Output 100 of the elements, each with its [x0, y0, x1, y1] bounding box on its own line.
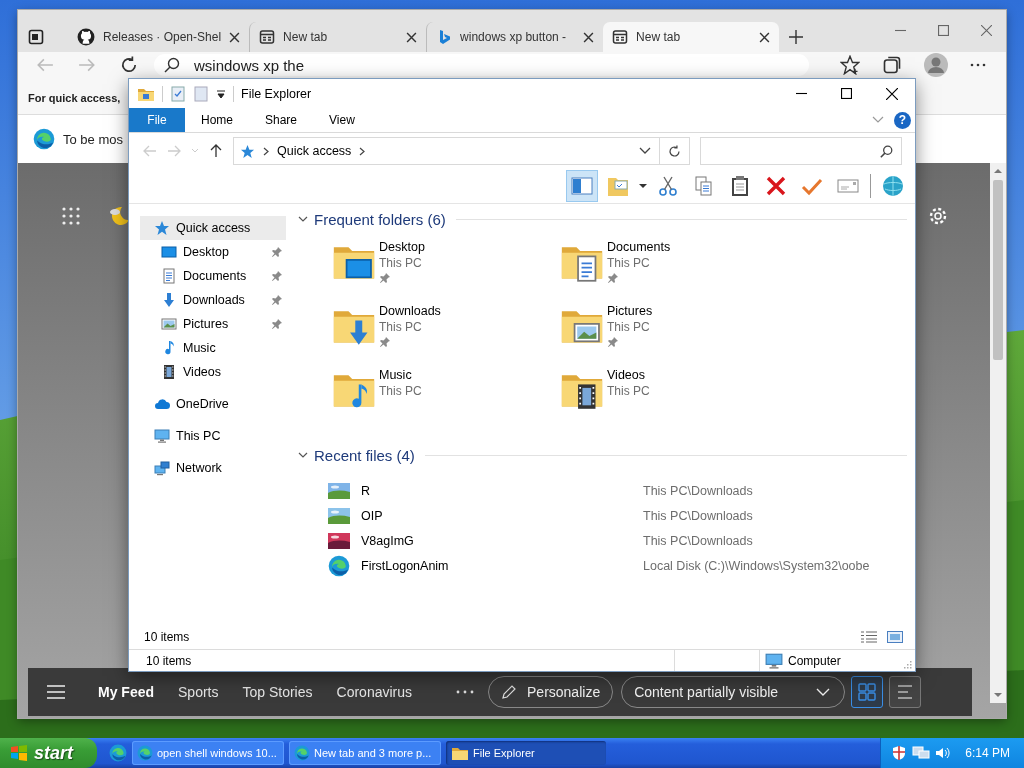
- ribbon-tab[interactable]: View: [313, 108, 371, 132]
- more-icon[interactable]: [456, 689, 474, 695]
- file-name: V8agImG: [361, 533, 415, 548]
- weather-icon: [108, 205, 130, 227]
- recent-file-row[interactable]: V8agImG This PC\Downloads: [328, 528, 907, 553]
- chevron-down-icon[interactable]: [298, 450, 308, 460]
- grid-view-button[interactable]: [851, 676, 884, 708]
- folder-name: Documents: [607, 240, 671, 254]
- folder-location: This PC: [607, 256, 651, 270]
- folder-tile[interactable]: Videos This PC: [560, 368, 788, 432]
- feed-tab[interactable]: Sports: [166, 684, 231, 700]
- network-icon[interactable]: [912, 745, 930, 761]
- close-icon[interactable]: [583, 31, 595, 43]
- search-field[interactable]: [700, 137, 902, 165]
- address-bar[interactable]: Quick access: [233, 137, 690, 165]
- browser-tab[interactable]: Releases · Open-Shel: [68, 22, 250, 52]
- file-path: Local Disk (C:)\Windows\System32\oobe: [643, 558, 870, 573]
- close-icon[interactable]: [229, 31, 241, 43]
- nav-item[interactable]: Desktop: [140, 240, 286, 264]
- network-icon: [154, 460, 170, 476]
- ribbon-tab[interactable]: File: [129, 108, 185, 132]
- nav-item[interactable]: Network: [140, 456, 286, 480]
- down-arrow-icon: [161, 292, 177, 308]
- thumbnail-view-icon[interactable]: [887, 631, 903, 643]
- pencil-icon: [501, 684, 517, 700]
- close-icon[interactable]: [406, 31, 418, 43]
- status-count: 10 items: [146, 653, 192, 668]
- browser-tab[interactable]: New tab: [603, 22, 780, 52]
- scrollbar[interactable]: [990, 163, 1006, 703]
- scissors-icon: [656, 174, 680, 198]
- menu-icon[interactable]: [46, 684, 66, 700]
- favorite-star-icon[interactable]: [840, 55, 860, 75]
- settings-icon[interactable]: [928, 206, 948, 226]
- recent-file-row[interactable]: R This PC\Downloads: [328, 478, 907, 503]
- tab-actions-icon[interactable]: [28, 29, 44, 45]
- address-bar[interactable]: wsindows xp the: [154, 54, 809, 76]
- page-icon: [612, 29, 629, 45]
- edge-icon: [137, 745, 153, 761]
- monitor-icon: [765, 651, 783, 670]
- status-location: Computer: [788, 653, 841, 668]
- folder-tile[interactable]: Downloads This PC: [332, 304, 560, 368]
- folder-name: Desktop: [379, 240, 425, 254]
- quick-launch-edge-icon[interactable]: [109, 744, 127, 762]
- browser-tab[interactable]: New tab: [249, 22, 427, 52]
- recent-file-row[interactable]: OIP This PC\Downloads: [328, 503, 907, 528]
- ribbon-tab[interactable]: Share: [249, 108, 314, 132]
- folder-tile[interactable]: Desktop This PC: [332, 240, 560, 304]
- caret-icon[interactable]: [216, 88, 226, 99]
- reload-icon[interactable]: [120, 56, 138, 74]
- volume-icon[interactable]: [935, 745, 951, 761]
- page-icon: [259, 29, 276, 45]
- globe-icon: [881, 174, 905, 198]
- personalize-button[interactable]: Personalize: [488, 676, 614, 708]
- resize-grip-icon[interactable]: [902, 659, 912, 669]
- folder-name: Pictures: [607, 304, 653, 318]
- collections-icon[interactable]: [882, 55, 902, 75]
- folder-icon: [451, 745, 469, 761]
- edge-icon: [294, 745, 310, 761]
- list-view-button[interactable]: [889, 676, 922, 708]
- nav-item[interactable]: Pictures: [140, 312, 286, 336]
- nav-item[interactable]: OneDrive: [140, 392, 286, 416]
- nav-item[interactable]: Downloads: [140, 288, 286, 312]
- section-heading: Frequent folders (6): [314, 210, 446, 228]
- details-view-icon[interactable]: [861, 631, 877, 643]
- apps-grid-icon[interactable]: [62, 207, 80, 225]
- taskbar-button[interactable]: File Explorer: [446, 741, 606, 765]
- profile-avatar-icon[interactable]: [924, 53, 948, 77]
- feed-tab[interactable]: Coronavirus: [324, 684, 424, 700]
- folder-tile[interactable]: Documents This PC: [560, 240, 788, 304]
- nav-item[interactable]: Documents: [140, 264, 286, 288]
- start-button[interactable]: start: [0, 738, 97, 768]
- address-text: wsindows xp the: [194, 56, 305, 74]
- chevron-down-icon[interactable]: [298, 214, 308, 224]
- nav-item[interactable]: Music: [140, 336, 286, 360]
- close-icon[interactable]: [759, 31, 771, 43]
- plus-icon[interactable]: [789, 30, 804, 44]
- help-button[interactable]: ?: [894, 111, 911, 129]
- feed-tab[interactable]: My Feed: [86, 684, 166, 700]
- taskbar-button[interactable]: New tab and 3 more p...: [289, 741, 441, 765]
- edge-icon: [328, 554, 350, 577]
- chevron-down-icon: [816, 688, 831, 696]
- recent-file-row[interactable]: FirstLogonAnim Local Disk (C:)\Windows\System32\oobe: [328, 553, 907, 578]
- folder-tile[interactable]: Pictures This PC: [560, 304, 788, 368]
- content-filter-dropdown[interactable]: Content partially visible: [621, 676, 846, 708]
- feed-tab[interactable]: Top Stories: [230, 684, 325, 700]
- refresh-icon[interactable]: [668, 144, 681, 158]
- monitor-icon: [161, 244, 177, 260]
- breadcrumb-item[interactable]: Quick access: [277, 144, 352, 158]
- folder-tile[interactable]: Music This PC: [332, 368, 560, 432]
- up-arrow-icon[interactable]: [209, 144, 223, 158]
- nav-item[interactable]: Videos: [140, 360, 286, 384]
- nav-item[interactable]: This PC: [140, 424, 286, 448]
- ribbon-tab[interactable]: Home: [185, 108, 249, 132]
- properties-icon[interactable]: [170, 85, 186, 102]
- windows-flag-icon: [10, 744, 28, 762]
- taskbar-button[interactable]: open shell windows 10...: [132, 741, 284, 765]
- folder-name: Music: [379, 368, 413, 382]
- shield-icon[interactable]: [891, 745, 907, 761]
- nav-item[interactable]: Quick access: [140, 216, 286, 240]
- github-icon: [77, 28, 95, 46]
